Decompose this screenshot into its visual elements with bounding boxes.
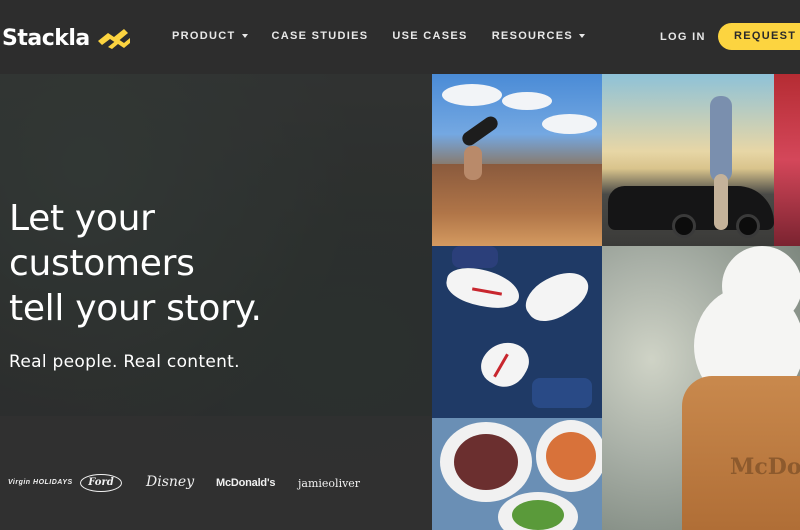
login-link[interactable]: LOG IN	[660, 31, 706, 43]
car-sunset-photo	[602, 74, 774, 246]
food-plates-photo	[432, 418, 602, 530]
request-demo-button[interactable]: REQUEST A	[718, 23, 800, 50]
client-logos: Virgin HOLIDAYS Ford Disney McDonald's j…	[8, 474, 428, 498]
hero-headline: Let your customers tell your story.	[9, 196, 262, 331]
main-menu: PRODUCT CASE STUDIES USE CASES RESOURCES	[172, 30, 609, 42]
disney-logo: Disney	[146, 474, 195, 490]
nav-item-product[interactable]: PRODUCT	[172, 30, 248, 42]
nav-label: RESOURCES	[491, 30, 574, 42]
nav-item-use-cases[interactable]: USE CASES	[392, 30, 467, 42]
headline-line: tell your story.	[9, 288, 262, 329]
hero-section: Let your customers tell your story. Real…	[0, 74, 432, 530]
stackla-logo[interactable]: Stackla	[2, 26, 132, 51]
headline-line: customers	[9, 243, 195, 284]
virgin-holidays-logo: Virgin HOLIDAYS	[8, 479, 73, 486]
top-nav: Stackla PRODUCT CASE STUDIES USE CASES R…	[0, 0, 800, 74]
cone-print-text: McDo	[730, 454, 800, 480]
nav-label: PRODUCT	[172, 30, 236, 42]
sneakers-photo	[432, 246, 602, 418]
jamie-oliver-logo: jamieoliver	[298, 477, 361, 490]
headline-line: Let your	[9, 198, 155, 239]
nav-item-case-studies[interactable]: CASE STUDIES	[272, 30, 369, 42]
nav-label: CASE STUDIES	[271, 30, 369, 42]
chevron-down-icon	[241, 34, 248, 38]
logo-text: Stackla	[2, 26, 90, 51]
client-logo-band	[0, 416, 432, 530]
red-balloon-photo	[774, 74, 800, 246]
nav-label: USE CASES	[392, 30, 468, 42]
nav-item-resources[interactable]: RESOURCES	[491, 30, 586, 42]
chevron-down-icon	[579, 34, 586, 38]
logo-mark-icon	[97, 28, 130, 49]
hero-subline: Real people. Real content.	[9, 352, 240, 372]
ice-cream-cone-photo: McDo	[602, 246, 800, 530]
canyon-jump-photo	[432, 74, 602, 246]
ford-logo: Ford	[80, 474, 122, 492]
mcdonalds-logo: McDonald's	[216, 477, 276, 489]
